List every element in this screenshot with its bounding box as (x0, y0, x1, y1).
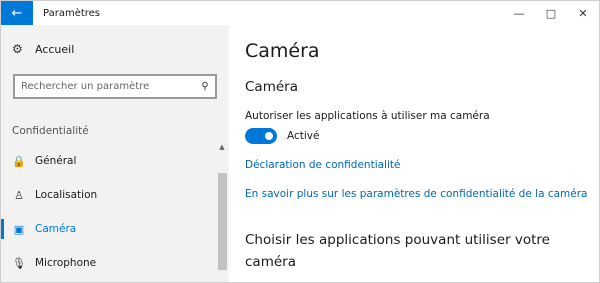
sidebar-item-label: Caméra (35, 223, 77, 235)
settings-window: ← Paramètres — □ ✕ ⚙ Accueil ⚲ Confident… (0, 0, 600, 283)
arrow-left-icon: ← (11, 5, 23, 21)
camera-access-toggle[interactable] (245, 128, 277, 144)
sidebar-item-label: Microphone (35, 257, 97, 269)
window-title: Paramètres (43, 7, 101, 19)
scroll-up-icon[interactable]: ▲ (217, 143, 227, 155)
sidebar-item-label: Localisation (35, 189, 98, 201)
close-icon: ✕ (578, 6, 588, 20)
search-input[interactable] (15, 81, 195, 92)
search-box: ⚲ (13, 74, 217, 99)
sidebar-item-microphone[interactable]: 🎙 Microphone (1, 250, 215, 276)
maximize-button[interactable]: □ (535, 1, 567, 25)
main-content: Caméra Caméra Autoriser les applications… (229, 25, 599, 282)
microphone-icon: 🎙 (12, 256, 26, 270)
back-button[interactable]: ← (1, 1, 33, 25)
minimize-icon: — (513, 6, 525, 20)
minimize-button[interactable]: — (503, 1, 535, 25)
learn-more-link[interactable]: En savoir plus sur les paramètres de con… (245, 188, 588, 200)
gear-icon: ⚙ (12, 42, 23, 56)
permission-description: Autoriser les applications à utiliser ma… (245, 110, 490, 122)
choose-apps-heading: Choisir les applications pouvant utilise… (245, 232, 550, 270)
sidebar-item-general[interactable]: 🔒 Général (1, 148, 215, 174)
camera-toggle-row: Activé (245, 128, 319, 144)
page-title: Caméra (245, 40, 320, 62)
sidebar: ⚙ Accueil ⚲ Confidentialité 🔒 Général ♙ … (1, 25, 229, 282)
toggle-knob (265, 132, 273, 140)
close-button[interactable]: ✕ (567, 1, 599, 25)
privacy-statement-link[interactable]: Déclaration de confidentialité (245, 159, 400, 171)
camera-icon: ▣ (13, 222, 25, 236)
sidebar-item-location[interactable]: ♙ Localisation (1, 182, 215, 208)
section-header-privacy: Confidentialité (12, 125, 89, 137)
search-icon[interactable]: ⚲ (195, 81, 215, 92)
section-subtitle: Caméra (245, 79, 298, 95)
home-label: Accueil (35, 42, 75, 56)
title-bar: ← Paramètres — □ ✕ (1, 1, 599, 25)
person-location-icon: ♙ (14, 188, 24, 202)
maximize-icon: □ (545, 6, 557, 20)
lock-icon: 🔒 (12, 154, 26, 168)
scroll-thumb[interactable] (218, 173, 227, 270)
sidebar-item-camera[interactable]: ▣ Caméra (1, 216, 215, 242)
sidebar-item-label: Général (35, 155, 77, 167)
sidebar-scrollbar[interactable]: ▲ (217, 143, 227, 282)
toggle-state-label: Activé (287, 130, 320, 142)
active-indicator (1, 219, 4, 239)
home-nav-item[interactable]: ⚙ Accueil (12, 42, 74, 56)
